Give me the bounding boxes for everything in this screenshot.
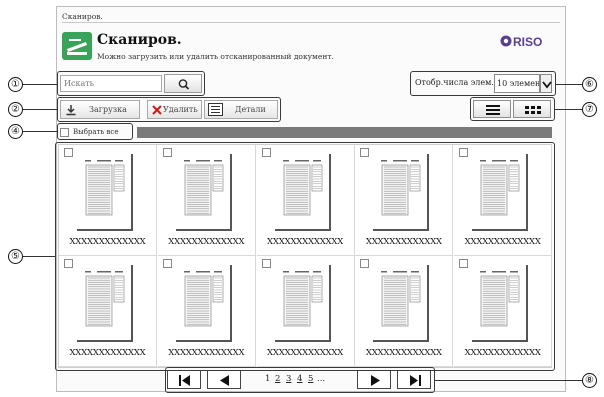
search-bracket [57, 71, 205, 96]
callout-line [23, 84, 57, 85]
logo-text: RISO [513, 35, 542, 48]
riso-logo: RISO [500, 33, 556, 49]
callout-2: ② [8, 102, 23, 117]
grid-bracket [55, 142, 555, 371]
page-title: Сканиров. [97, 32, 182, 48]
callout-6: ⑥ [582, 77, 597, 92]
callout-line [556, 84, 582, 85]
view-toggle-bracket [470, 97, 555, 121]
callout-4: ④ [8, 124, 23, 139]
callout-line [23, 109, 57, 110]
toolbar-bracket [57, 97, 281, 122]
select-all-bracket [57, 123, 133, 140]
display-count-bracket [410, 71, 556, 96]
callout-line [23, 131, 57, 132]
callout-1: ① [8, 77, 23, 92]
callout-line [555, 109, 582, 110]
select-bar [137, 127, 552, 138]
callout-line [23, 256, 55, 257]
callout-line [435, 380, 582, 381]
callout-5: ⑤ [8, 249, 23, 264]
breadcrumb: Сканиров. [62, 12, 103, 21]
pagination-bracket [165, 367, 435, 393]
page-description: Можно загрузить или удалить отсканирован… [97, 52, 334, 61]
callout-8: ⑧ [582, 373, 597, 388]
callout-7: ⑦ [582, 102, 597, 117]
header-divider [62, 22, 560, 23]
scanner-icon [62, 32, 92, 60]
